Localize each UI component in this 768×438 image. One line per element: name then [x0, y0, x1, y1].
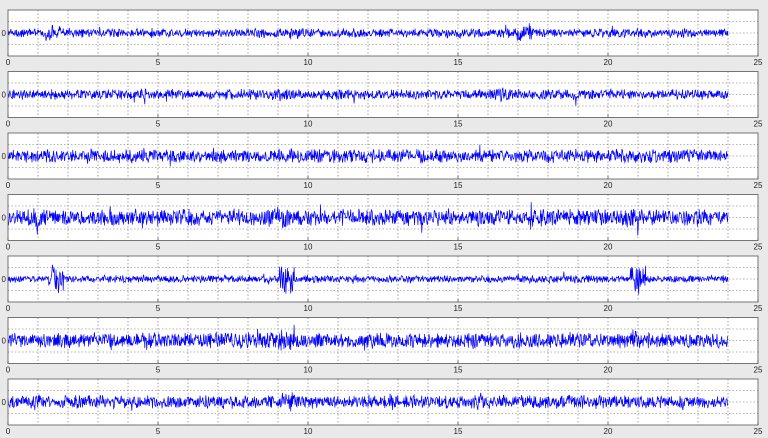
x-tick-label: 0	[6, 58, 11, 67]
x-tick-label: 25	[754, 427, 763, 436]
x-tick-label: 10	[304, 120, 313, 129]
y-tick-label: 0	[2, 398, 7, 407]
x-tick-label: 10	[304, 366, 313, 375]
x-tick-label: 15	[454, 243, 463, 252]
x-tick-label: 10	[304, 243, 313, 252]
x-tick-label: 20	[604, 243, 613, 252]
y-tick-label: 0	[2, 275, 7, 284]
x-tick-label: 20	[604, 120, 613, 129]
subplot-5: 0 5 10 15 20 25 0	[2, 255, 763, 313]
x-tick-label: 25	[754, 243, 763, 252]
x-tick-label: 25	[754, 366, 763, 375]
subplot-4: 0 5 10 15 20 25 0	[2, 194, 763, 252]
subplot-7: 0 5 10 15 20 25 0	[2, 378, 763, 436]
x-tick-label: 25	[754, 304, 763, 313]
subplot-3: 0 5 10 15 20 25 0	[2, 132, 763, 190]
y-tick-label: 0	[2, 152, 7, 161]
x-tick-label: 10	[304, 181, 313, 190]
x-tick-label: 5	[156, 181, 161, 190]
y-tick-label: 0	[2, 337, 7, 346]
x-tick-label: 0	[6, 243, 11, 252]
y-tick-label: 0	[2, 214, 7, 223]
x-tick-label: 5	[156, 58, 161, 67]
x-tick-label: 5	[156, 366, 161, 375]
x-tick-label: 5	[156, 304, 161, 313]
x-tick-label: 15	[454, 181, 463, 190]
x-tick-label: 25	[754, 58, 763, 67]
x-tick-label: 25	[754, 120, 763, 129]
x-tick-label: 0	[6, 427, 11, 436]
x-tick-label: 15	[454, 304, 463, 313]
x-tick-label: 15	[454, 427, 463, 436]
x-tick-label: 0	[6, 181, 11, 190]
x-tick-label: 5	[156, 243, 161, 252]
figure: 0 5 10 15 20 25 0 0 5 10 15 20 25 0 0 5 10 15 20 25 0 0 5 10 15 2…	[0, 0, 768, 438]
x-tick-label: 20	[604, 58, 613, 67]
x-tick-label: 5	[156, 427, 161, 436]
x-tick-label: 20	[604, 366, 613, 375]
x-tick-label: 25	[754, 181, 763, 190]
x-tick-label: 20	[604, 181, 613, 190]
subplot-2: 0 5 10 15 20 25 0	[2, 71, 763, 129]
y-tick-label: 0	[2, 91, 7, 100]
y-tick-label: 0	[2, 29, 7, 38]
x-tick-label: 15	[454, 120, 463, 129]
subplot-1: 0 5 10 15 20 25 0	[2, 9, 763, 67]
x-tick-label: 0	[6, 120, 11, 129]
x-tick-label: 15	[454, 366, 463, 375]
x-tick-label: 10	[304, 427, 313, 436]
subplot-6: 0 5 10 15 20 25 0	[2, 317, 763, 375]
x-tick-label: 20	[604, 304, 613, 313]
x-tick-label: 0	[6, 304, 11, 313]
subplot-grid: 0 5 10 15 20 25 0 0 5 10 15 20 25 0 0 5 10 15 20 25 0 0 5 10 15 2…	[0, 0, 768, 438]
x-tick-label: 20	[604, 427, 613, 436]
x-tick-label: 0	[6, 366, 11, 375]
x-tick-label: 10	[304, 58, 313, 67]
x-tick-label: 5	[156, 120, 161, 129]
x-tick-label: 10	[304, 304, 313, 313]
x-tick-label: 15	[454, 58, 463, 67]
